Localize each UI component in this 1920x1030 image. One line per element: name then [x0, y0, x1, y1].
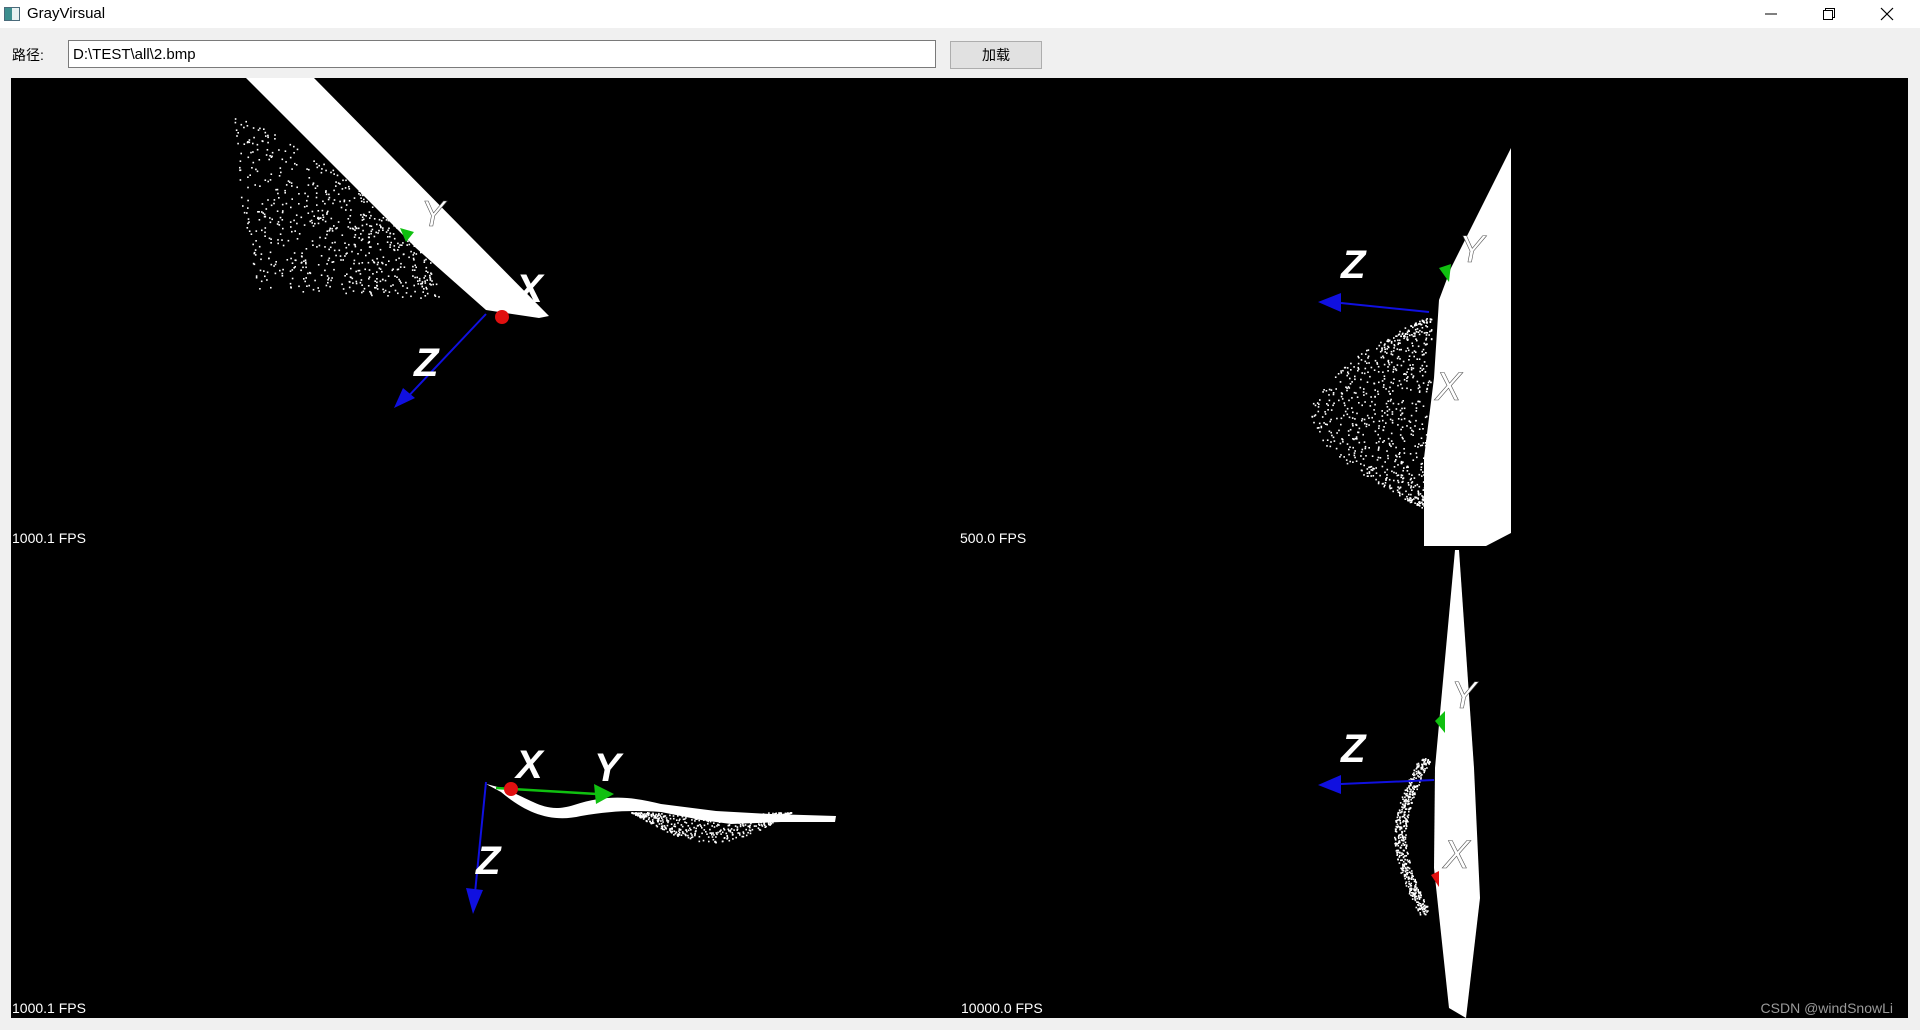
- path-input[interactable]: [68, 40, 936, 68]
- minimize-icon: [1765, 13, 1777, 15]
- z-axis-arrow-tl: [394, 388, 415, 408]
- watermark: CSDN @windSnowLi: [1760, 1000, 1893, 1016]
- y-axis-marker-tr: [1439, 264, 1451, 282]
- view-bottom-right: Z Y X: [1318, 550, 1480, 1018]
- point-cloud-plane-tl: [246, 78, 549, 318]
- fps-counter-bottom-left: 1000.1 FPS: [12, 1000, 86, 1016]
- point-cloud-scatter-tr: [1311, 318, 1433, 510]
- view-top-right: Z Y X: [1311, 148, 1511, 546]
- axis-label-x-bl: X: [514, 743, 545, 787]
- x-axis-marker-br: [1431, 871, 1439, 887]
- view-bottom-left: X Y Z: [466, 743, 836, 914]
- app-window-icon: [4, 7, 20, 21]
- restore-icon: [1823, 8, 1835, 20]
- axis-label-z-tl: Z: [413, 341, 440, 385]
- axis-label-z-tr: Z: [1340, 243, 1367, 287]
- window-title: GrayVirsual: [27, 5, 106, 22]
- restore-button[interactable]: [1800, 0, 1858, 28]
- point-cloud-render: X Y Z Z Y X X Y Z Z Y X: [234, 78, 1511, 1018]
- z-axis-line-tr: [1340, 302, 1430, 313]
- x-axis-marker-tl: [495, 310, 509, 324]
- minimize-button[interactable]: [1742, 0, 1800, 28]
- point-cloud-plane-tr: [1424, 148, 1511, 546]
- axis-label-x-tr: X: [1434, 365, 1463, 409]
- z-axis-arrow-tr: [1318, 293, 1341, 312]
- axis-label-y-tr: Y: [1459, 229, 1487, 271]
- close-button[interactable]: [1858, 0, 1916, 28]
- close-icon: [1880, 7, 1894, 21]
- axis-label-z-bl: Z: [475, 839, 502, 883]
- axis-label-y-br: Y: [1451, 675, 1479, 717]
- axis-label-x-tl: X: [514, 267, 545, 311]
- point-cloud-viewport[interactable]: X Y Z Z Y X X Y Z Z Y X 1000.1 FPS 500.0…: [11, 78, 1908, 1018]
- axis-label-x-br: X: [1442, 833, 1471, 877]
- z-axis-arrow-br: [1318, 775, 1341, 794]
- fps-counter-top-left: 1000.1 FPS: [12, 530, 86, 546]
- point-cloud-plane-br: [1434, 550, 1480, 1018]
- title-bar: GrayVirsual: [0, 0, 1920, 28]
- axis-label-y-bl: Y: [594, 746, 624, 790]
- view-top-left: X Y Z: [234, 78, 549, 408]
- z-axis-arrow-bl: [466, 888, 483, 914]
- fps-counter-bottom-right: 10000.0 FPS: [961, 1000, 1043, 1016]
- path-label: 路径:: [12, 47, 44, 63]
- axis-label-y-tl: Y: [421, 193, 448, 234]
- axis-label-z-br: Z: [1340, 727, 1367, 771]
- fps-counter-top-right: 500.0 FPS: [960, 530, 1027, 546]
- load-button[interactable]: 加载: [950, 41, 1042, 69]
